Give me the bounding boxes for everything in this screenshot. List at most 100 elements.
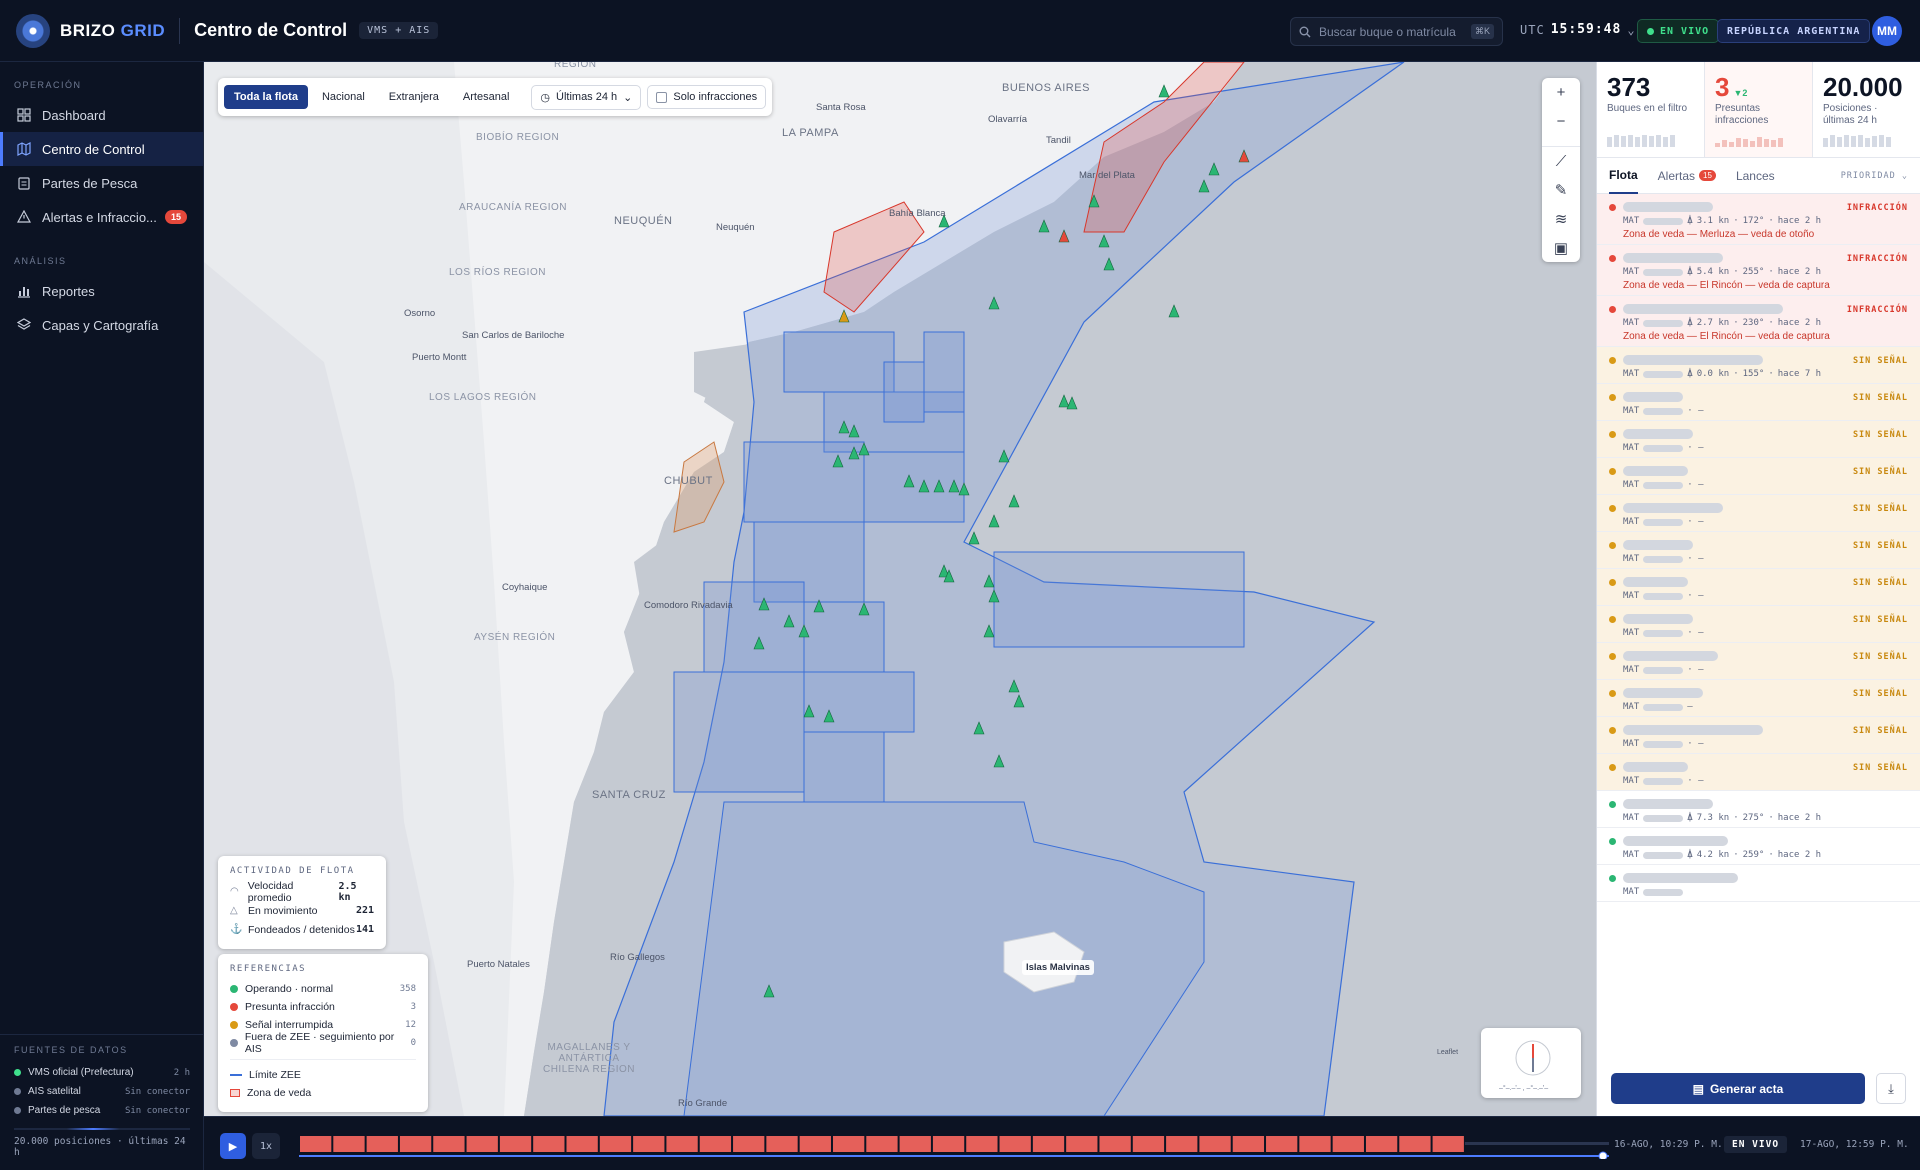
play-button[interactable]: ▶ <box>220 1133 246 1159</box>
vessel-meta: MAT · — <box>1623 480 1704 490</box>
sidebar-item-fishing-reports[interactable]: Partes de Pesca <box>0 166 203 200</box>
timeline-segment <box>832 1136 865 1152</box>
vessel-row[interactable]: MAT ⍋ 2.7 kn · 230° · hace 2 h Zona de veda — E… <box>1597 296 1920 347</box>
zoom-in-icon[interactable]: + <box>1542 78 1580 107</box>
status-dot-icon <box>14 1088 21 1095</box>
sidebar-item-alerts[interactable]: Alertas e Infraccio... 15 <box>0 200 203 234</box>
panel-tabs: Flota Alertas 15 Lances PRIORIDAD ⌄ <box>1597 158 1920 194</box>
zoom-out-icon[interactable]: − <box>1542 107 1580 136</box>
timeline-segment <box>566 1136 598 1152</box>
panel-title: ACTIVIDAD DE FLOTA <box>230 866 355 876</box>
vessel-status-badge: SIN SEÑAL <box>1852 578 1908 588</box>
stat-value: 20.000 <box>1823 72 1903 102</box>
avatar[interactable]: MM <box>1872 16 1902 46</box>
map-legend: REFERENCIAS Operando · normal 358 Presunt… <box>218 954 428 1112</box>
checkbox-box[interactable] <box>656 91 668 103</box>
timeline-segment <box>499 1136 532 1152</box>
vessel-row[interactable]: MAT · — SIN SEÑAL <box>1597 495 1920 532</box>
vessel-row[interactable]: MAT — SIN SEÑAL <box>1597 680 1920 717</box>
speed-button[interactable]: 1x <box>252 1133 280 1159</box>
download-button[interactable]: ⤓ <box>1876 1073 1906 1104</box>
utc-clock[interactable]: UTC 15:59:48 ⌄ <box>1520 22 1636 37</box>
brand-logo[interactable]: BRIZO GRID <box>16 13 165 48</box>
vessel-row[interactable]: MAT ⍋ 7.3 kn · 275° · hace 2 h <box>1597 791 1920 828</box>
layers-icon[interactable]: ≋ <box>1542 204 1580 233</box>
tab-alerts[interactable]: Alertas 15 <box>1658 158 1716 194</box>
sidebar-item-label: Centro de Control <box>42 141 145 157</box>
country-badge[interactable]: REPÚBLICA ARGENTINA <box>1717 19 1871 43</box>
timeline-handle[interactable] <box>1598 1151 1608 1159</box>
save-icon[interactable]: ▣ <box>1542 233 1580 262</box>
timeline-segment <box>999 1136 1031 1152</box>
vessel-row[interactable]: MAT · — SIN SEÑAL <box>1597 717 1920 754</box>
leaflet-attribution[interactable]: Leaflet <box>1437 1049 1458 1056</box>
sidebar-item-control-center[interactable]: Centro de Control <box>0 132 203 166</box>
map-label-neuquen: Neuquén <box>716 222 755 233</box>
filter-national[interactable]: Nacional <box>312 85 375 109</box>
timeline-segment <box>966 1136 998 1152</box>
vessel-row[interactable]: MAT · — SIN SEÑAL <box>1597 606 1920 643</box>
vessel-meta: MAT — <box>1623 702 1693 712</box>
timeline-segment <box>733 1136 765 1152</box>
filter-all-fleet[interactable]: Toda la flota <box>224 85 308 109</box>
search-input[interactable]: Buscar buque o matrícula ⌘K <box>1290 17 1503 46</box>
vessel-row[interactable]: MAT ⍋ 0.0 kn · 155° · hace 7 h SIN SEÑAL <box>1597 347 1920 384</box>
compass-widget[interactable]: –°–.–'– , –°–.–'– <box>1481 1028 1581 1098</box>
vessel-status-badge: SIN SEÑAL <box>1852 430 1908 440</box>
sort-dropdown[interactable]: PRIORIDAD ⌄ <box>1841 171 1908 181</box>
only-infractions-checkbox[interactable]: Solo infracciones <box>647 85 767 109</box>
draw-icon[interactable]: ✎ <box>1542 175 1580 204</box>
course-icon: ⍋ <box>1687 216 1693 226</box>
timeline-live-button[interactable]: EN VIVO <box>1724 1136 1788 1153</box>
tab-hauls[interactable]: Lances <box>1736 158 1775 194</box>
map-view[interactable]: BIOBÍO REGION ARAUCANÍA REGION LOS RÍOS … <box>204 62 1596 1116</box>
vessel-meta: MAT · — <box>1623 443 1704 453</box>
vessel-row[interactable]: MAT ⍋ 4.2 kn · 259° · hace 2 h <box>1597 828 1920 865</box>
vessel-row[interactable]: MAT <box>1597 865 1920 902</box>
timeline-remaining <box>1464 1142 1609 1145</box>
generate-report-button[interactable]: ▤ Generar acta <box>1611 1073 1865 1104</box>
vessel-status-badge: SIN SEÑAL <box>1852 541 1908 551</box>
vessel-row[interactable]: MAT · — SIN SEÑAL <box>1597 421 1920 458</box>
stat-label: Presuntas infracciones <box>1715 103 1769 126</box>
vessel-list[interactable]: MAT ⍋ 3.1 kn · 172° · hace 2 h Zona de veda — M… <box>1597 194 1920 1074</box>
measure-icon[interactable]: ⟋ <box>1542 146 1580 175</box>
sidebar-item-layers[interactable]: Capas y Cartografía <box>0 308 203 342</box>
timeline-segment <box>866 1136 898 1152</box>
vessel-row[interactable]: MAT · — SIN SEÑAL <box>1597 384 1920 421</box>
stats-row: 373 Buques en el filtro 3 ▼2 Presuntas in… <box>1597 62 1920 158</box>
source-vms: VMS oficial (Prefectura) 2 h <box>14 1063 190 1082</box>
vessel-row[interactable]: MAT · — SIN SEÑAL <box>1597 754 1920 791</box>
map-label-coyhaique: Coyhaique <box>502 582 548 593</box>
map-label-olavarria: Olavarría <box>988 114 1028 125</box>
filter-foreign[interactable]: Extranjera <box>379 85 449 109</box>
sidebar-item-reports[interactable]: Reportes <box>0 274 203 308</box>
map-label-magallanes: MAGALLANES Y ANTÁRTICA CHILENA REGION <box>542 1042 636 1075</box>
timeline-segment <box>666 1136 698 1152</box>
status-dot-icon <box>14 1069 21 1076</box>
course-icon: ⍋ <box>1687 369 1693 379</box>
vessel-status-badge: SIN SEÑAL <box>1852 467 1908 477</box>
page-title: Centro de Control <box>194 20 348 40</box>
timeline-segment <box>1132 1136 1165 1152</box>
timeline-segment <box>1266 1136 1298 1152</box>
vessel-meta: MAT · — <box>1623 665 1704 675</box>
vessel-status-badge: INFRACCIÓN <box>1846 254 1908 264</box>
vessel-row[interactable]: MAT · — SIN SEÑAL <box>1597 569 1920 606</box>
vessel-row[interactable]: MAT ⍋ 5.4 kn · 255° · hace 2 h Zona de veda — E… <box>1597 245 1920 296</box>
vessel-row[interactable]: MAT · — SIN SEÑAL <box>1597 643 1920 680</box>
legend-row-zee: Límite ZEE <box>230 1066 416 1084</box>
sidebar-item-dashboard[interactable]: Dashboard <box>0 98 203 132</box>
time-range-select[interactable]: ◷ Últimas 24 h ⌄ <box>531 84 642 110</box>
alerts-count-badge: 15 <box>164 210 187 224</box>
tab-fleet[interactable]: Flota <box>1609 158 1638 194</box>
vessel-row[interactable]: MAT ⍋ 3.1 kn · 172° · hace 2 h Zona de veda — M… <box>1597 194 1920 245</box>
status-dot-icon <box>1609 306 1616 313</box>
vessel-status-badge: INFRACCIÓN <box>1846 203 1908 213</box>
timeline-scrubber[interactable] <box>299 1133 1609 1159</box>
vessel-meta: MAT · — <box>1623 776 1704 786</box>
vessel-row[interactable]: MAT · — SIN SEÑAL <box>1597 458 1920 495</box>
vessel-row[interactable]: MAT · — SIN SEÑAL <box>1597 532 1920 569</box>
filter-artisanal[interactable]: Artesanal <box>453 85 519 109</box>
sidebar-item-label: Capas y Cartografía <box>42 317 159 333</box>
